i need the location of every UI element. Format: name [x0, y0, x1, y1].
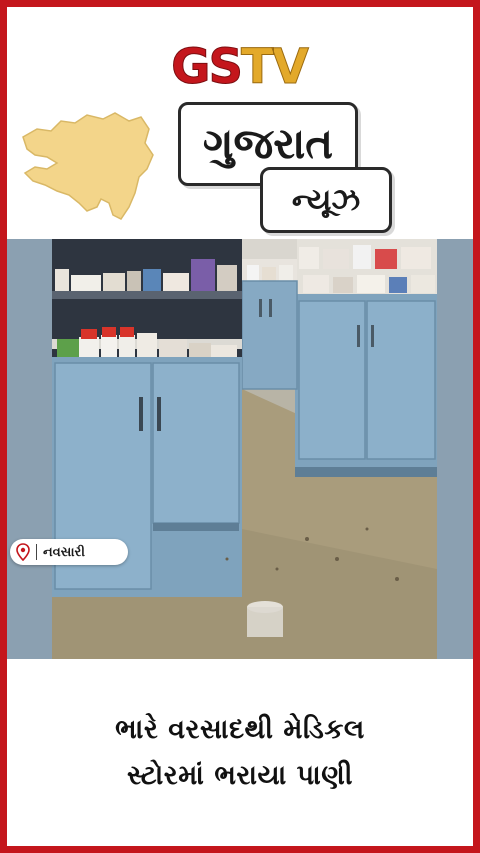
headline-box: ભારે વરસાદથી મેડિકલ સ્ટોરમાં ભરાયા પાણી	[7, 659, 473, 846]
gstv-logo: GSTV	[155, 39, 323, 96]
logo-tv-text: TV	[241, 39, 310, 96]
location-tag: નવસારી	[10, 539, 128, 565]
header: GSTV ગુજરાત ન્યૂઝ	[7, 7, 473, 239]
logo-gs-text: GS	[171, 39, 244, 96]
gujarat-map-icon	[22, 112, 154, 220]
location-pin-icon	[16, 543, 30, 561]
video-frame[interactable]	[7, 239, 473, 659]
pharmacy-scene-image	[7, 239, 473, 659]
headline-line-2: સ્ટોરમાં ભરાયા પાણી	[126, 759, 354, 791]
section-subtitle: ન્યૂઝ	[291, 182, 361, 218]
location-separator	[36, 544, 37, 560]
post-frame: GSTV ગુજરાત ન્યૂઝ નવસારી ભારે વરસાદથી મે…	[7, 7, 473, 846]
location-label: નવસારી	[43, 544, 85, 560]
news-subtitle-tag: ન્યૂઝ	[260, 167, 392, 233]
headline-line-1: ભારે વરસાદથી મેડિકલ	[115, 713, 365, 745]
section-title: ગુજરાત	[202, 119, 334, 168]
